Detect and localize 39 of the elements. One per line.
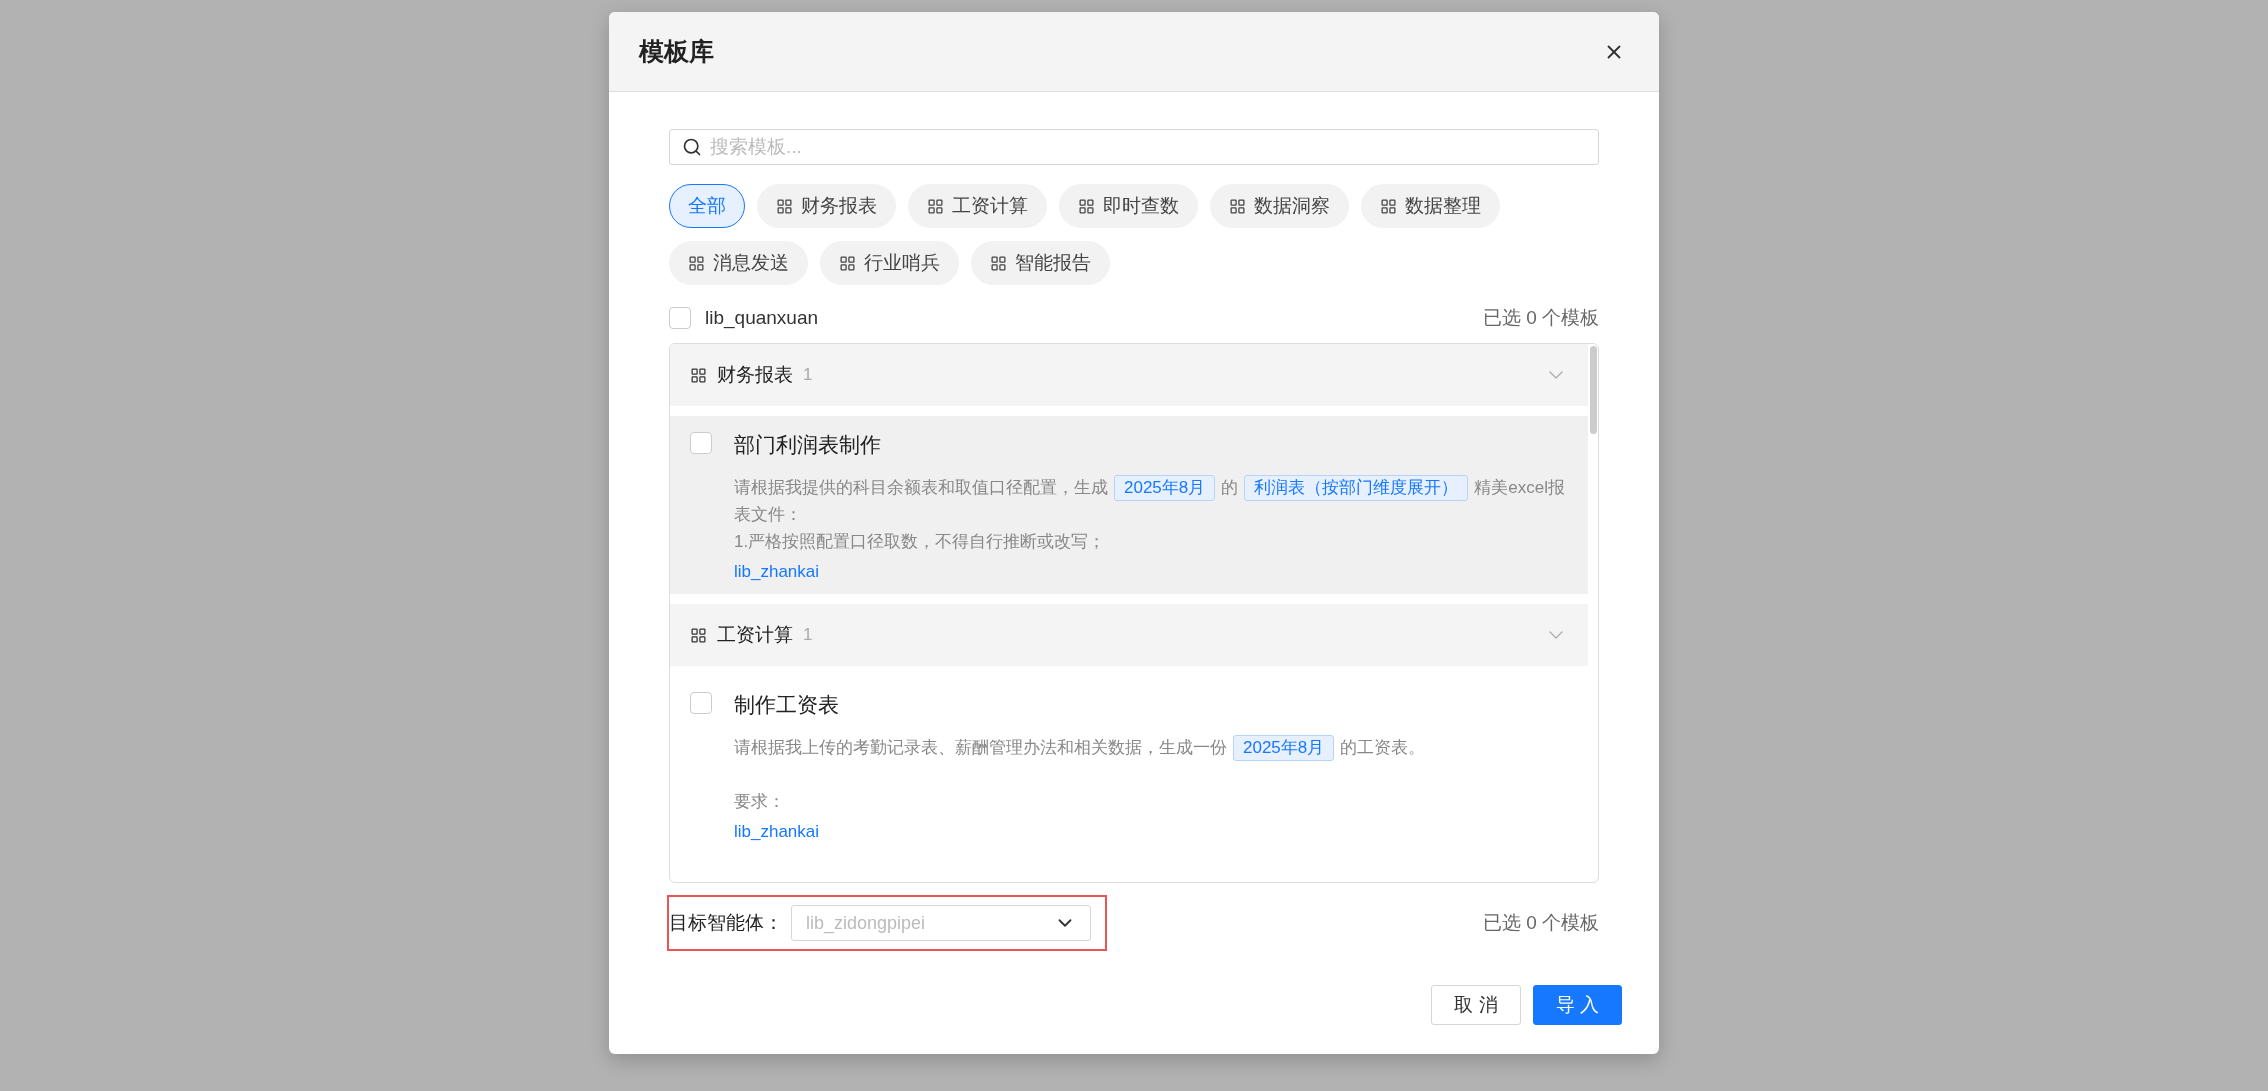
search-field[interactable]: 搜索模板... — [669, 129, 1599, 165]
category-tab[interactable]: 消息发送 — [669, 241, 808, 285]
select-all-checkbox[interactable]: lib_quanxuan — [669, 307, 819, 329]
dialog-title: 模板库 — [639, 36, 714, 67]
selected-count: 已选 0 个模板 — [1482, 306, 1599, 330]
checkbox[interactable] — [669, 307, 691, 329]
target-agent-label: 目标智能体： — [669, 911, 783, 935]
expand-link[interactable]: lib_zhankai — [734, 562, 820, 582]
category-tab[interactable]: 数据整理 — [1361, 184, 1500, 228]
cancel-button[interactable]: 取 消 — [1431, 985, 1521, 1025]
description-text: 1.严格按照配置口径取数，不得自行推断或改写； — [734, 531, 1107, 553]
category-tab[interactable]: 数据洞察 — [1210, 184, 1349, 228]
description-text: 请根据我提供的科目余额表和取值口径配置，生成 2025年8月 的 利润表（按部门维度展开） 精美excel报表文件： — [734, 474, 1568, 528]
template-title: 制作工资表 — [734, 692, 840, 718]
description-text: 要求： — [734, 791, 786, 813]
group-name: 工资计算 — [717, 623, 793, 647]
category-tab[interactable]: 工资计算 — [908, 184, 1047, 228]
grid-icon — [690, 626, 707, 644]
category-tab[interactable]: 智能报告 — [971, 241, 1110, 285]
template-title: 部门利润表制作 — [734, 432, 882, 458]
checkbox[interactable] — [690, 432, 712, 454]
variable-tag: 利润表（按部门维度展开） — [1244, 475, 1469, 501]
grid-icon — [690, 366, 707, 384]
variable-tag: 2025年8月 — [1233, 735, 1335, 761]
category-tab[interactable]: 即时查数 — [1059, 184, 1198, 228]
category-tab[interactable]: 行业哨兵 — [820, 241, 959, 285]
group-count: 1 — [803, 365, 813, 385]
variable-tag: 2025年8月 — [1114, 475, 1216, 501]
expand-link[interactable]: lib_zhankai — [734, 822, 820, 842]
group-count: 1 — [803, 625, 813, 645]
search-icon — [682, 137, 702, 157]
checkbox[interactable] — [690, 692, 712, 714]
category-tab[interactable]: 全部 — [669, 184, 745, 228]
selected-count: 已选 0 个模板 — [1482, 911, 1599, 935]
scrollbar-thumb[interactable] — [1590, 346, 1597, 434]
category-tab[interactable]: 财务报表 — [757, 184, 896, 228]
group-name: 财务报表 — [717, 363, 793, 387]
description-text: 请根据我上传的考勤记录表、薪酬管理办法和相关数据，生成一份 2025年8月 的工资表。 — [734, 734, 1568, 761]
import-button[interactable]: 导 入 — [1532, 985, 1622, 1025]
